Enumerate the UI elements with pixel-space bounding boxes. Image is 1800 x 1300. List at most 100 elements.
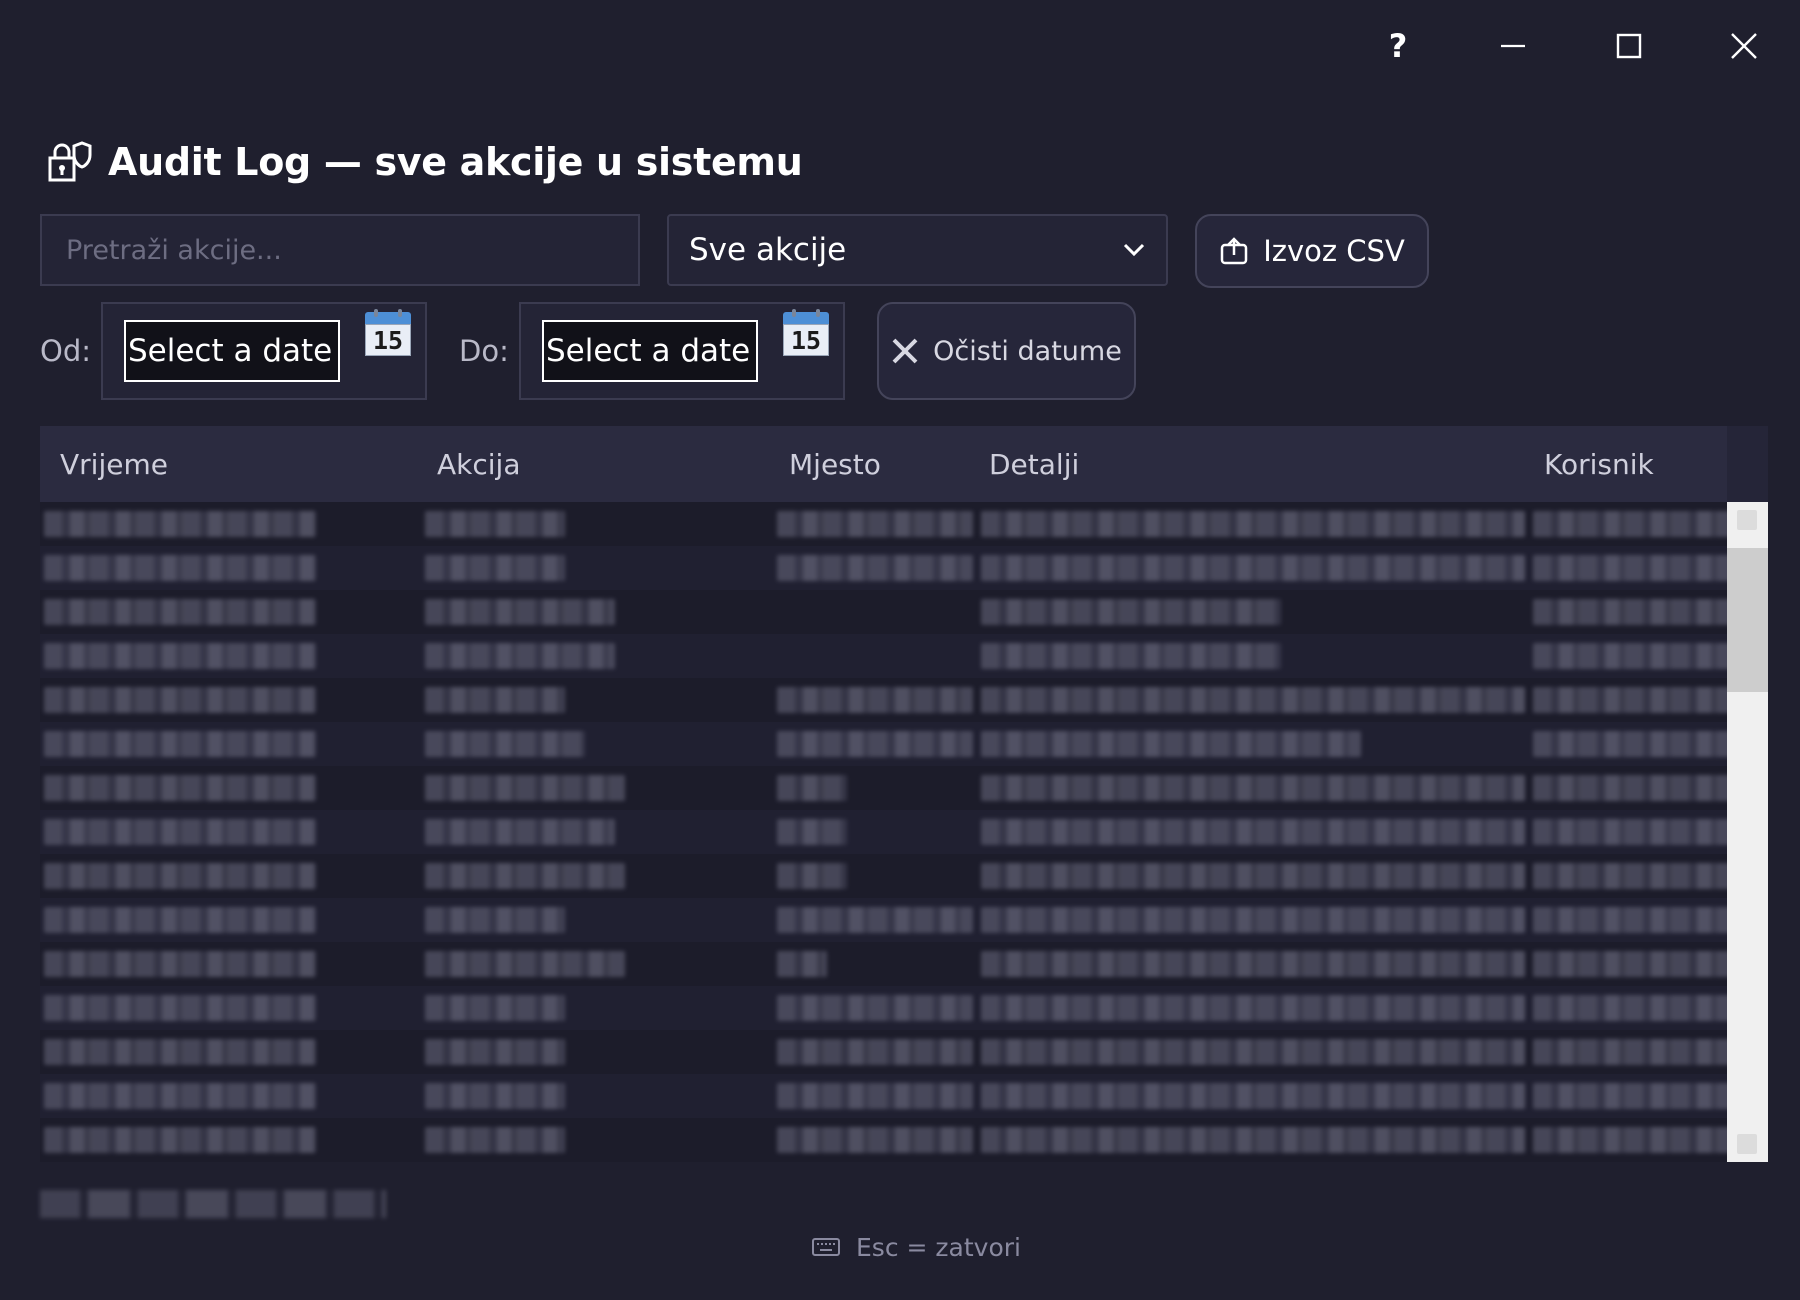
redacted-cell (1533, 555, 1733, 581)
calendar-icon[interactable]: 15 (783, 309, 829, 356)
redacted-cell (777, 731, 973, 757)
redacted-cell (777, 1127, 973, 1153)
redacted-cell (425, 599, 615, 625)
redacted-cell (1533, 687, 1733, 713)
table-row[interactable] (40, 678, 1733, 722)
table-row[interactable] (40, 722, 1733, 766)
redacted-cell (425, 511, 565, 537)
title-row: Audit Log — sve akcije u sistemu (44, 132, 803, 192)
from-date-field[interactable]: Select a date (124, 320, 340, 382)
redacted-cell (1533, 819, 1733, 845)
redacted-cell (44, 1039, 316, 1065)
minimize-button[interactable] (1481, 22, 1545, 70)
clear-dates-button[interactable]: Očisti datume (877, 302, 1136, 400)
redacted-cell (981, 731, 1361, 757)
redacted-cell (1533, 863, 1733, 889)
redacted-cell (44, 1127, 316, 1153)
table-row[interactable] (40, 986, 1733, 1030)
redacted-cell (777, 907, 973, 933)
redacted-cell (44, 775, 316, 801)
redacted-cell (425, 731, 585, 757)
scrollbar-thumb[interactable] (1727, 548, 1768, 692)
redacted-cell (777, 863, 847, 889)
table-row[interactable] (40, 590, 1733, 634)
audit-table: Vrijeme Akcija Mjesto Detalji Korisnik (40, 426, 1768, 1162)
table-row[interactable] (40, 898, 1733, 942)
redacted-cell (44, 731, 316, 757)
scroll-down-arrow[interactable] (1737, 1134, 1757, 1154)
redacted-cell (44, 511, 316, 537)
search-input[interactable] (40, 214, 640, 286)
table-row[interactable] (40, 1074, 1733, 1118)
column-header-user[interactable]: Korisnik (1544, 426, 1654, 502)
action-filter-select[interactable]: Sve akcije (667, 214, 1168, 286)
redacted-cell (44, 1083, 316, 1109)
column-header-time[interactable]: Vrijeme (60, 426, 168, 502)
redacted-cell (1533, 907, 1733, 933)
redacted-cell (425, 863, 625, 889)
redacted-cell (981, 819, 1525, 845)
table-body (40, 502, 1733, 1162)
redacted-cell (777, 995, 973, 1021)
minimize-icon (1501, 44, 1525, 48)
maximize-button[interactable] (1597, 22, 1661, 70)
redacted-cell (44, 863, 316, 889)
maximize-icon (1616, 33, 1642, 59)
calendar-icon[interactable]: 15 (365, 309, 411, 356)
redacted-cell (981, 907, 1525, 933)
redacted-cell (425, 687, 565, 713)
redacted-cell (1533, 731, 1733, 757)
redacted-cell (425, 1039, 565, 1065)
table-row[interactable] (40, 634, 1733, 678)
column-header-action[interactable]: Akcija (437, 426, 520, 502)
redacted-cell (1533, 775, 1733, 801)
close-button[interactable] (1712, 22, 1776, 70)
table-row[interactable] (40, 546, 1733, 590)
table-header-corner (1727, 426, 1768, 502)
redacted-cell (777, 1083, 973, 1109)
redacted-cell (44, 951, 316, 977)
redacted-cell (425, 995, 565, 1021)
redacted-cell (44, 907, 316, 933)
redacted-cell (1533, 1083, 1733, 1109)
redacted-cell (1533, 995, 1733, 1021)
to-date-field[interactable]: Select a date (542, 320, 758, 382)
export-icon (1220, 237, 1248, 265)
export-csv-button[interactable]: Izvoz CSV (1195, 214, 1429, 288)
page-title: Audit Log — sve akcije u sistemu (108, 140, 803, 184)
to-date-picker[interactable]: Select a date 15 (519, 302, 845, 400)
table-row[interactable] (40, 942, 1733, 986)
scroll-up-arrow[interactable] (1737, 510, 1757, 530)
redacted-cell (981, 775, 1525, 801)
redacted-cell (777, 775, 847, 801)
redacted-cell (425, 819, 615, 845)
column-header-details[interactable]: Detalji (989, 426, 1079, 502)
table-row[interactable] (40, 854, 1733, 898)
from-date-picker[interactable]: Select a date 15 (101, 302, 427, 400)
calendar-day: 15 (783, 324, 829, 356)
lock-shield-icon (48, 141, 92, 182)
redacted-cell (425, 643, 615, 669)
redacted-cell (777, 555, 973, 581)
table-row[interactable] (40, 1030, 1733, 1074)
table-row[interactable] (40, 502, 1733, 546)
column-header-place[interactable]: Mjesto (789, 426, 881, 502)
help-button[interactable]: ? (1366, 22, 1430, 70)
redacted-cell (1533, 1039, 1733, 1065)
chevron-down-icon (1123, 243, 1145, 257)
action-filter-value: Sve akcije (689, 232, 847, 268)
redacted-cell (981, 687, 1525, 713)
vertical-scrollbar[interactable] (1727, 502, 1768, 1162)
audit-log-window: ? Audit Log — sve akcije u sistemu Sve a… (0, 0, 1800, 1300)
redacted-cell (777, 687, 973, 713)
keyboard-hint: Esc = zatvori (812, 1230, 1021, 1264)
redacted-cell (1533, 511, 1733, 537)
table-row[interactable] (40, 766, 1733, 810)
redacted-cell (777, 819, 847, 845)
table-row[interactable] (40, 1118, 1733, 1162)
redacted-cell (1533, 951, 1733, 977)
redacted-cell (425, 1127, 565, 1153)
table-row[interactable] (40, 810, 1733, 854)
redacted-cell (425, 555, 565, 581)
redacted-cell (1533, 1127, 1733, 1153)
